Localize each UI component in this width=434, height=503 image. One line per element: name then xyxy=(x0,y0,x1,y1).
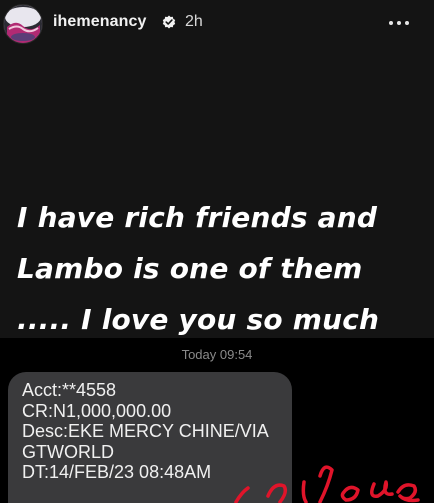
username[interactable]: ihemenancy xyxy=(53,13,146,31)
message-line: CR:N1,000,000.00 xyxy=(22,400,172,421)
message-timestamp: Today 09:54 xyxy=(181,347,253,362)
message-line: Desc:EKE MERCY CHINE/VIA xyxy=(22,421,269,441)
more-dot xyxy=(389,21,393,25)
verified-badge-icon xyxy=(162,15,176,29)
caption-line: I have rich friends and xyxy=(17,201,378,234)
caption-line: ..... I love you so much xyxy=(17,303,380,336)
story-view: ihemenancy 2h I have rich friends and La… xyxy=(0,0,434,503)
story-caption: I have rich friends and Lambo is one of … xyxy=(17,192,427,345)
post-time: 2h xyxy=(185,13,203,30)
handwritten-sticker xyxy=(234,465,420,503)
more-dot xyxy=(397,21,401,25)
more-dot xyxy=(405,21,409,25)
avatar[interactable] xyxy=(3,4,43,44)
caption-line: Lambo is one of them xyxy=(17,252,363,285)
more-options-icon[interactable] xyxy=(387,12,411,32)
message-line: Acct:**4558 xyxy=(22,380,117,400)
avatar-image xyxy=(4,5,42,43)
